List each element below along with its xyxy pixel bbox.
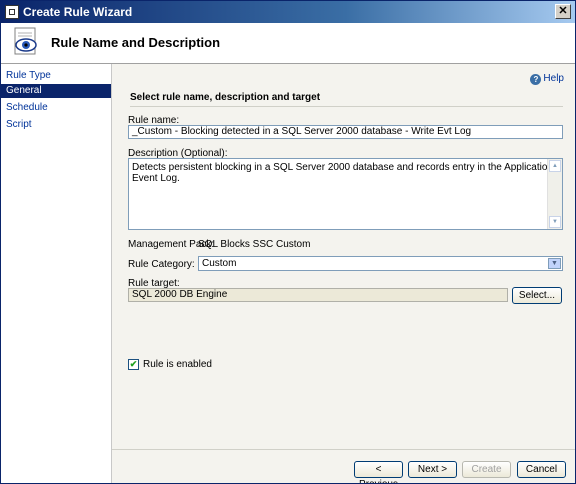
- wizard-window: Create Rule Wizard ✕ Rule Name and Descr…: [0, 0, 576, 484]
- scroll-down-icon[interactable]: ▼: [549, 216, 561, 228]
- chevron-down-icon[interactable]: ▼: [548, 258, 561, 269]
- section-title: Select rule name, description and target: [130, 92, 321, 103]
- rule-category-value: Custom: [202, 258, 237, 269]
- button-divider: [112, 449, 575, 450]
- rule-category-select[interactable]: Custom ▼: [198, 256, 563, 271]
- help-link[interactable]: ? Help: [530, 73, 564, 85]
- description-text: Detects persistent blocking in a SQL Ser…: [132, 162, 553, 184]
- create-button[interactable]: Create: [462, 461, 511, 478]
- cancel-button[interactable]: Cancel: [517, 461, 566, 478]
- help-label: Help: [543, 73, 564, 84]
- rule-category-label: Rule Category:: [128, 259, 195, 270]
- sidebar-item-schedule[interactable]: Schedule: [1, 101, 111, 115]
- page-title: Rule Name and Description: [51, 35, 221, 50]
- window-title: Create Rule Wizard: [23, 5, 133, 19]
- scroll-up-icon[interactable]: ▲: [549, 160, 561, 172]
- description-textarea[interactable]: Detects persistent blocking in a SQL Ser…: [128, 158, 563, 230]
- section-divider: [130, 106, 563, 107]
- rule-enabled-checkbox[interactable]: ✔: [128, 359, 139, 370]
- rule-name-input[interactable]: _Custom - Blocking detected in a SQL Ser…: [128, 125, 563, 139]
- select-target-button[interactable]: Select...: [512, 287, 562, 304]
- main-panel: ? Help Select rule name, description and …: [112, 64, 575, 483]
- sidebar-item-rule-type[interactable]: Rule Type: [1, 69, 111, 83]
- rule-enabled-label[interactable]: Rule is enabled: [143, 359, 212, 370]
- wizard-header: Rule Name and Description: [1, 23, 575, 64]
- rule-eye-icon: [14, 27, 37, 55]
- previous-button[interactable]: < Previous: [354, 461, 403, 483]
- title-bar: Create Rule Wizard ✕: [1, 1, 575, 23]
- sidebar-item-general[interactable]: General: [1, 84, 111, 98]
- window-icon: [5, 5, 19, 19]
- help-icon: ?: [530, 74, 542, 85]
- close-button[interactable]: ✕: [555, 4, 571, 19]
- rule-target-field: SQL 2000 DB Engine: [128, 288, 508, 302]
- wizard-steps-sidebar: Rule Type General Schedule Script: [1, 64, 112, 483]
- management-pack-value: SQL Blocks SSC Custom: [198, 239, 311, 250]
- description-scrollbar[interactable]: ▲ ▼: [547, 159, 562, 229]
- next-button[interactable]: Next >: [408, 461, 457, 478]
- sidebar-item-script[interactable]: Script: [1, 118, 111, 132]
